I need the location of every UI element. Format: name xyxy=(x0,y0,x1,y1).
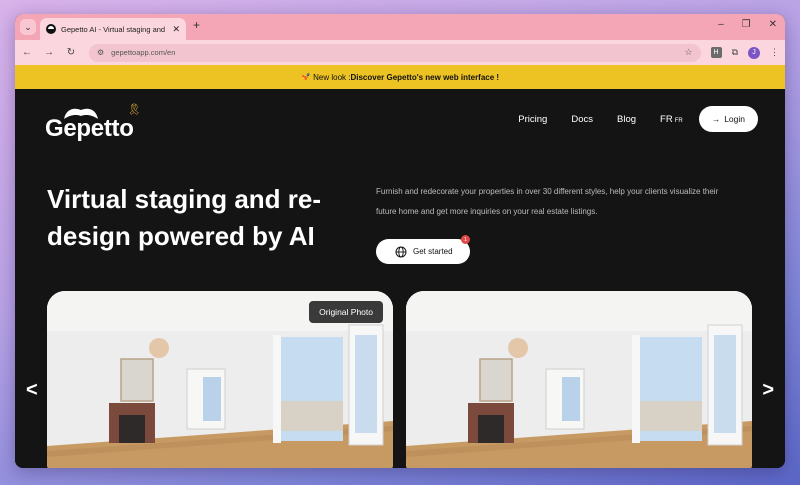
new-tab-button[interactable]: + xyxy=(193,18,200,32)
logo-text: Gepetto xyxy=(45,115,134,142)
tab-gepetto[interactable]: Gepetto AI - Virtual staging and ✕ xyxy=(40,18,186,40)
chevron-down-icon[interactable]: ⌄ xyxy=(20,19,36,35)
minimize-button[interactable]: – xyxy=(718,19,724,30)
window-controls: – ❐ ✕ xyxy=(718,19,777,30)
chevron-right-icon[interactable]: > xyxy=(762,379,774,402)
hero-title: Virtual staging and re-design powered by… xyxy=(47,184,322,251)
browser-toolbar: ← → ↻ ⚙ gepettoapp.com/en ☆ H ⧉ J ⋮ xyxy=(15,40,785,65)
hero-description: Furnish and redecorate your properties i… xyxy=(376,187,719,216)
get-started-label: Get started xyxy=(413,247,453,256)
globe-icon xyxy=(395,246,407,257)
address-bar[interactable]: ⚙ gepettoapp.com/en ☆ xyxy=(89,43,701,62)
announcement-banner[interactable]: 💅 New look : Discover Gepetto's new web … xyxy=(15,65,785,89)
original-photo: Original Photo xyxy=(47,291,393,468)
forward-arrow-icon[interactable]: → xyxy=(43,47,55,58)
restore-button[interactable]: ❐ xyxy=(742,19,751,30)
get-started-button[interactable]: Get started 1 xyxy=(376,235,470,264)
close-window-button[interactable]: ✕ xyxy=(769,19,777,30)
tab-strip: ⌄ Gepetto AI - Virtual staging and ✕ + –… xyxy=(15,14,785,40)
arrow-right-icon: → xyxy=(711,114,721,124)
language-switch[interactable]: FR FR xyxy=(660,114,683,125)
staged-photo xyxy=(406,291,752,468)
back-arrow-icon[interactable]: ← xyxy=(21,47,33,58)
more-vertical-icon[interactable]: ⋮ xyxy=(770,47,779,58)
chevron-left-icon[interactable]: < xyxy=(26,379,38,402)
main-nav: Pricing Docs Blog FR FR → Login xyxy=(518,106,758,132)
reload-icon[interactable]: ↻ xyxy=(65,47,77,58)
gepetto-logo[interactable]: 🎗 Gepetto xyxy=(45,103,145,147)
star-icon[interactable]: ☆ xyxy=(684,47,692,58)
language-flag: FR xyxy=(674,117,683,124)
puzzle-icon[interactable]: ⧉ xyxy=(732,47,738,58)
banner-prefix: New look : xyxy=(313,72,351,82)
language-label: FR xyxy=(660,113,673,125)
banner-emoji: 💅 xyxy=(300,72,311,82)
login-label: Login xyxy=(724,114,745,124)
site-info-icon[interactable]: ⚙ xyxy=(97,48,104,57)
nav-docs[interactable]: Docs xyxy=(571,114,593,125)
extension-h-icon[interactable]: H xyxy=(710,47,722,58)
login-button[interactable]: → Login xyxy=(698,106,758,132)
original-photo-label: Original Photo xyxy=(309,301,383,323)
tab-close-icon[interactable]: ✕ xyxy=(172,24,180,35)
notification-badge: 1 xyxy=(461,235,470,244)
banner-highlight: Discover Gepetto's new web interface ! xyxy=(350,72,500,82)
nav-blog[interactable]: Blog xyxy=(617,114,636,125)
profile-avatar[interactable]: J xyxy=(748,46,760,59)
room-image xyxy=(406,291,752,468)
nav-pricing[interactable]: Pricing xyxy=(518,114,547,125)
browser-window: ⌄ Gepetto AI - Virtual staging and ✕ + –… xyxy=(15,14,785,468)
tab-title: Gepetto AI - Virtual staging and xyxy=(61,24,166,34)
url-text: gepettoapp.com/en xyxy=(111,48,176,57)
gepetto-favicon-icon xyxy=(46,24,56,34)
page-content: 🎗 Gepetto Pricing Docs Blog FR FR → Login… xyxy=(15,89,785,468)
